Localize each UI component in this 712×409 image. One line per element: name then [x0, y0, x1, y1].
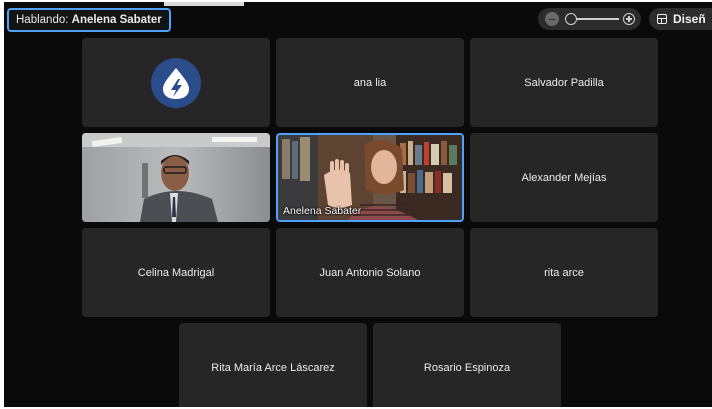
active-speaker-indicator: Hablando: Anelena Sabater [7, 8, 171, 32]
speaking-prefix: Hablando: [16, 14, 69, 26]
participant-tile-ana-lia[interactable]: ana lia [276, 38, 464, 127]
participant-tile-logo[interactable] [82, 38, 270, 127]
participant-name: Rita María Arce Láscarez [211, 361, 335, 374]
participant-tile-celina-madrigal[interactable]: Celina Madrigal [82, 228, 270, 317]
zoom-slider-track[interactable] [576, 18, 619, 20]
participant-name: Juan Antonio Solano [319, 266, 421, 279]
participant-tile-rita-maria-arce-lascarez[interactable]: Rita María Arce Láscarez [179, 323, 367, 407]
gallery-zoom-control[interactable] [538, 8, 641, 30]
layout-button[interactable]: Diseñ [649, 8, 712, 30]
zoom-in-icon[interactable] [623, 13, 635, 25]
participant-video-tile-man[interactable] [82, 133, 270, 222]
participant-tile-rita-arce[interactable]: rita arce [470, 228, 658, 317]
participant-tile-juan-antonio-solano[interactable]: Juan Antonio Solano [276, 228, 464, 317]
zoom-slider-knob[interactable] [565, 13, 577, 25]
participant-tile-salvador-padilla[interactable]: Salvador Padilla [470, 38, 658, 127]
zoom-out-icon[interactable] [545, 12, 559, 26]
participant-tile-rosario-espinoza[interactable]: Rosario Espinoza [373, 323, 561, 407]
speaking-name: Anelena Sabater [71, 14, 162, 26]
participant-video-feed [82, 133, 270, 222]
participant-name: Celina Madrigal [137, 266, 215, 279]
flame-bolt-logo [151, 57, 201, 108]
participant-name: Alexander Mejías [521, 171, 607, 184]
participant-name: Salvador Padilla [524, 76, 604, 89]
grid-layout-icon [657, 14, 667, 24]
meeting-stage: Hablando: Anelena Sabater Diseñ ana lia … [4, 2, 712, 407]
participant-name: Rosario Espinoza [423, 361, 511, 374]
participant-name: rita arce [544, 266, 584, 279]
participant-tile-alexander-mejias[interactable]: Alexander Mejías [470, 133, 658, 222]
participant-video-tile-anelena-sabater[interactable]: Anelena Sabater [276, 133, 464, 222]
participant-name-overlay: Anelena Sabater [283, 205, 362, 217]
layout-button-label: Diseñ [673, 12, 706, 26]
window-top-strip [164, 2, 244, 6]
participant-name: ana lia [353, 76, 387, 89]
